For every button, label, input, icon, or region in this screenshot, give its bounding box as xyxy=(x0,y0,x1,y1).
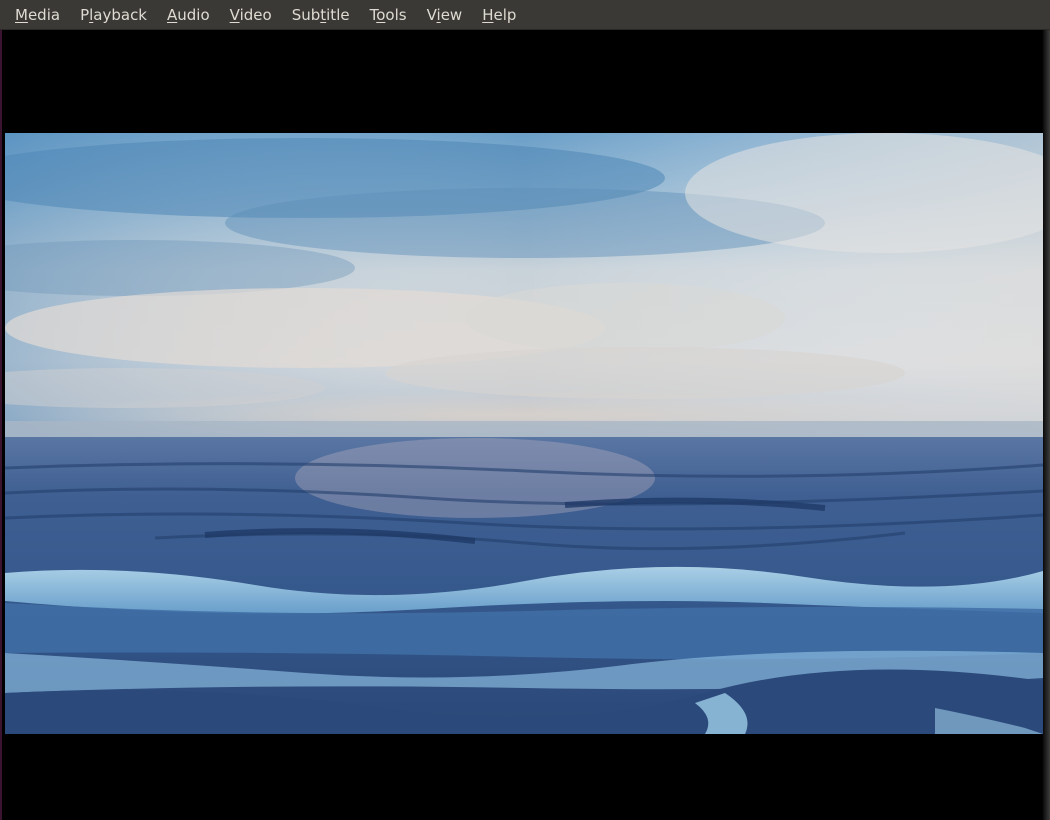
video-output-area[interactable] xyxy=(2,30,1043,820)
menu-tools[interactable]: Tools xyxy=(360,0,417,30)
menu-media[interactable]: Media xyxy=(0,0,70,30)
menu-video[interactable]: Video xyxy=(220,0,282,30)
menu-media-post: edia xyxy=(27,5,61,24)
menu-media-mnemonic: M xyxy=(15,5,28,24)
menu-audio-post: udio xyxy=(177,5,210,24)
menu-subtitle[interactable]: Subtitle xyxy=(282,0,360,30)
menu-help-mnemonic: H xyxy=(482,5,494,24)
menu-tools-post: ols xyxy=(385,5,407,24)
menu-audio[interactable]: Audio xyxy=(157,0,220,30)
menu-subtitle-post: itle xyxy=(326,5,350,24)
menu-audio-mnemonic: A xyxy=(167,5,178,24)
menu-view-post: ew xyxy=(440,5,463,24)
menu-subtitle-pre: Sub xyxy=(291,5,321,24)
video-frame[interactable] xyxy=(5,133,1043,734)
menu-playback[interactable]: Playback xyxy=(70,0,157,30)
menu-video-mnemonic: V xyxy=(229,5,240,24)
menu-bar: Media Playback Audio Video Subtitle Tool… xyxy=(0,0,1050,30)
menu-video-post: ideo xyxy=(239,5,272,24)
menu-view-pre: V xyxy=(426,5,437,24)
menu-help[interactable]: Help xyxy=(472,0,526,30)
menu-view[interactable]: View xyxy=(417,0,473,30)
window-right-edge xyxy=(1042,30,1050,820)
menu-playback-post: ayback xyxy=(93,5,147,24)
menu-help-post: elp xyxy=(493,5,517,24)
menu-playback-pre: P xyxy=(80,5,90,24)
ocean-scene-image xyxy=(5,133,1043,734)
